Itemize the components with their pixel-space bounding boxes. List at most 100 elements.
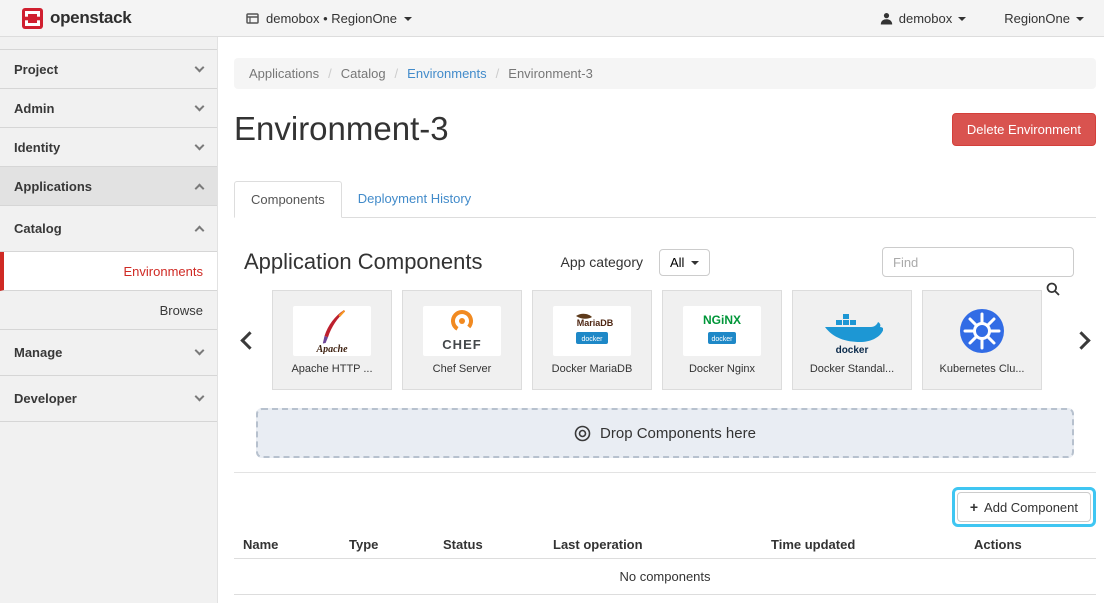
mariadb-docker-logo: MariaDB docker [553,306,631,356]
sidebar-item-label: Manage [14,345,196,360]
region-menu[interactable]: RegionOne [1004,11,1084,26]
sidebar-item-admin[interactable]: Admin [0,89,217,128]
page-title: Environment-3 [234,107,449,151]
chevron-down-icon [195,140,205,150]
app-card-docker-mariadb[interactable]: MariaDB docker Docker MariaDB [532,290,652,390]
tab-deployment-history[interactable]: Deployment History [342,181,487,218]
openstack-brand[interactable]: openstack [0,8,218,29]
app-card-chef[interactable]: CHEF Chef Server [402,290,522,390]
tab-components[interactable]: Components [234,181,342,218]
caret-down-icon [1076,17,1084,21]
user-icon [880,12,893,25]
breadcrumb: Applications / Catalog / Environments / … [234,58,1096,89]
sidebar-item-label: Catalog [14,221,196,236]
highlight-box: + Add Component [952,487,1096,527]
kubernetes-helm-logo [943,306,1021,356]
drop-components-zone[interactable]: Drop Components here [256,408,1074,458]
sidebar: Project Admin Identity Applications Cata… [0,37,218,603]
caret-down-icon [691,261,699,265]
brand-wordmark: openstack [50,8,131,28]
components-toolbar: Application Components App category All [236,246,1094,278]
sidebar-item-label: Developer [14,391,196,406]
svg-text:docker: docker [711,336,733,343]
svg-text:MariaDB: MariaDB [577,318,614,328]
search-icon[interactable] [1046,282,1060,296]
add-component-label: Add Component [984,500,1078,515]
sidebar-item-catalog[interactable]: Catalog [0,206,217,252]
carousel-prev-button[interactable] [240,334,258,347]
chevron-left-icon [240,331,258,349]
empty-row: No components [234,559,1096,595]
components-table: Name Type Status Last operation Time upd… [234,531,1096,595]
delete-environment-button[interactable]: Delete Environment [952,113,1096,146]
add-component-button[interactable]: + Add Component [957,492,1091,522]
table-header-row: Name Type Status Last operation Time upd… [234,531,1096,559]
sidebar-item-browse[interactable]: Browse [0,291,217,330]
target-icon [574,425,591,442]
chevron-down-icon [195,392,205,402]
app-cards: Apache Apache HTTP ... CHEF Chef Server [272,290,1058,390]
category-dropdown[interactable]: All [659,249,710,276]
app-card-docker-nginx[interactable]: NGiNX docker Docker Nginx [662,290,782,390]
category-selected-value: All [670,255,684,270]
carousel-next-button[interactable] [1072,334,1090,347]
user-menu-label: demobox [899,11,952,26]
find-input[interactable] [882,247,1074,277]
chef-logo: CHEF [423,306,501,356]
user-menu[interactable]: demobox [880,11,966,26]
breadcrumb-separator: / [496,66,500,81]
app-card-label: Docker Nginx [689,363,755,375]
topbar-right: demobox RegionOne [880,11,1104,26]
sidebar-item-label: Admin [14,101,196,116]
top-navbar: openstack demobox • RegionOne demobox Re [0,0,1104,37]
caret-down-icon [958,17,966,21]
sidebar-item-applications[interactable]: Applications [0,167,217,206]
app-card-kubernetes[interactable]: Kubernetes Clu... [922,290,1042,390]
application-components-heading: Application Components [236,249,482,275]
app-card-label: Docker MariaDB [552,363,633,375]
breadcrumb-catalog: Catalog [341,66,386,81]
app-card-label: Apache HTTP ... [291,363,372,375]
sidebar-item-label: Applications [14,179,196,194]
breadcrumb-environments-link[interactable]: Environments [407,66,486,81]
col-header-type: Type [340,531,434,559]
app-card-apache[interactable]: Apache Apache HTTP ... [272,290,392,390]
svg-text:Apache: Apache [315,344,348,354]
project-context-switcher[interactable]: demobox • RegionOne [218,11,412,26]
svg-text:NGiNX: NGiNX [703,313,741,327]
nginx-docker-logo: NGiNX docker [683,306,761,356]
dropzone-label: Drop Components here [600,425,756,442]
docker-whale-logo: docker [813,306,891,356]
openstack-logo-icon [22,8,43,29]
chevron-up-icon [195,226,205,236]
components-carousel: Apache Apache HTTP ... CHEF Chef Server [236,290,1094,390]
sidebar-item-manage[interactable]: Manage [0,330,217,376]
breadcrumb-current: Environment-3 [508,66,593,81]
sidebar-item-identity[interactable]: Identity [0,128,217,167]
sidebar-item-project[interactable]: Project [0,50,217,89]
components-section: Application Components App category All [234,246,1096,458]
context-label: demobox • RegionOne [266,11,397,26]
domain-icon [246,12,259,25]
app-category-label: App category [560,254,643,270]
sidebar-item-label: Identity [14,140,196,155]
breadcrumb-separator: / [395,66,399,81]
chevron-right-icon [1072,331,1090,349]
section-divider [234,472,1096,473]
sidebar-spacer [0,37,217,50]
add-component-row: + Add Component [234,487,1096,527]
chevron-up-icon [195,183,205,193]
app-card-label: Docker Standal... [810,363,894,375]
svg-text:CHEF: CHEF [442,337,481,352]
app-card-docker-standalone[interactable]: docker Docker Standal... [792,290,912,390]
sidebar-item-environments[interactable]: Environments [0,252,217,291]
col-header-last-operation: Last operation [544,531,762,559]
sidebar-item-label: Environments [124,264,203,279]
app-card-label: Kubernetes Clu... [940,363,1025,375]
col-header-name: Name [234,531,340,559]
chevron-down-icon [195,101,205,111]
sidebar-item-developer[interactable]: Developer [0,376,217,422]
chevron-down-icon [195,62,205,72]
sidebar-item-label: Project [14,62,196,77]
col-header-status: Status [434,531,544,559]
